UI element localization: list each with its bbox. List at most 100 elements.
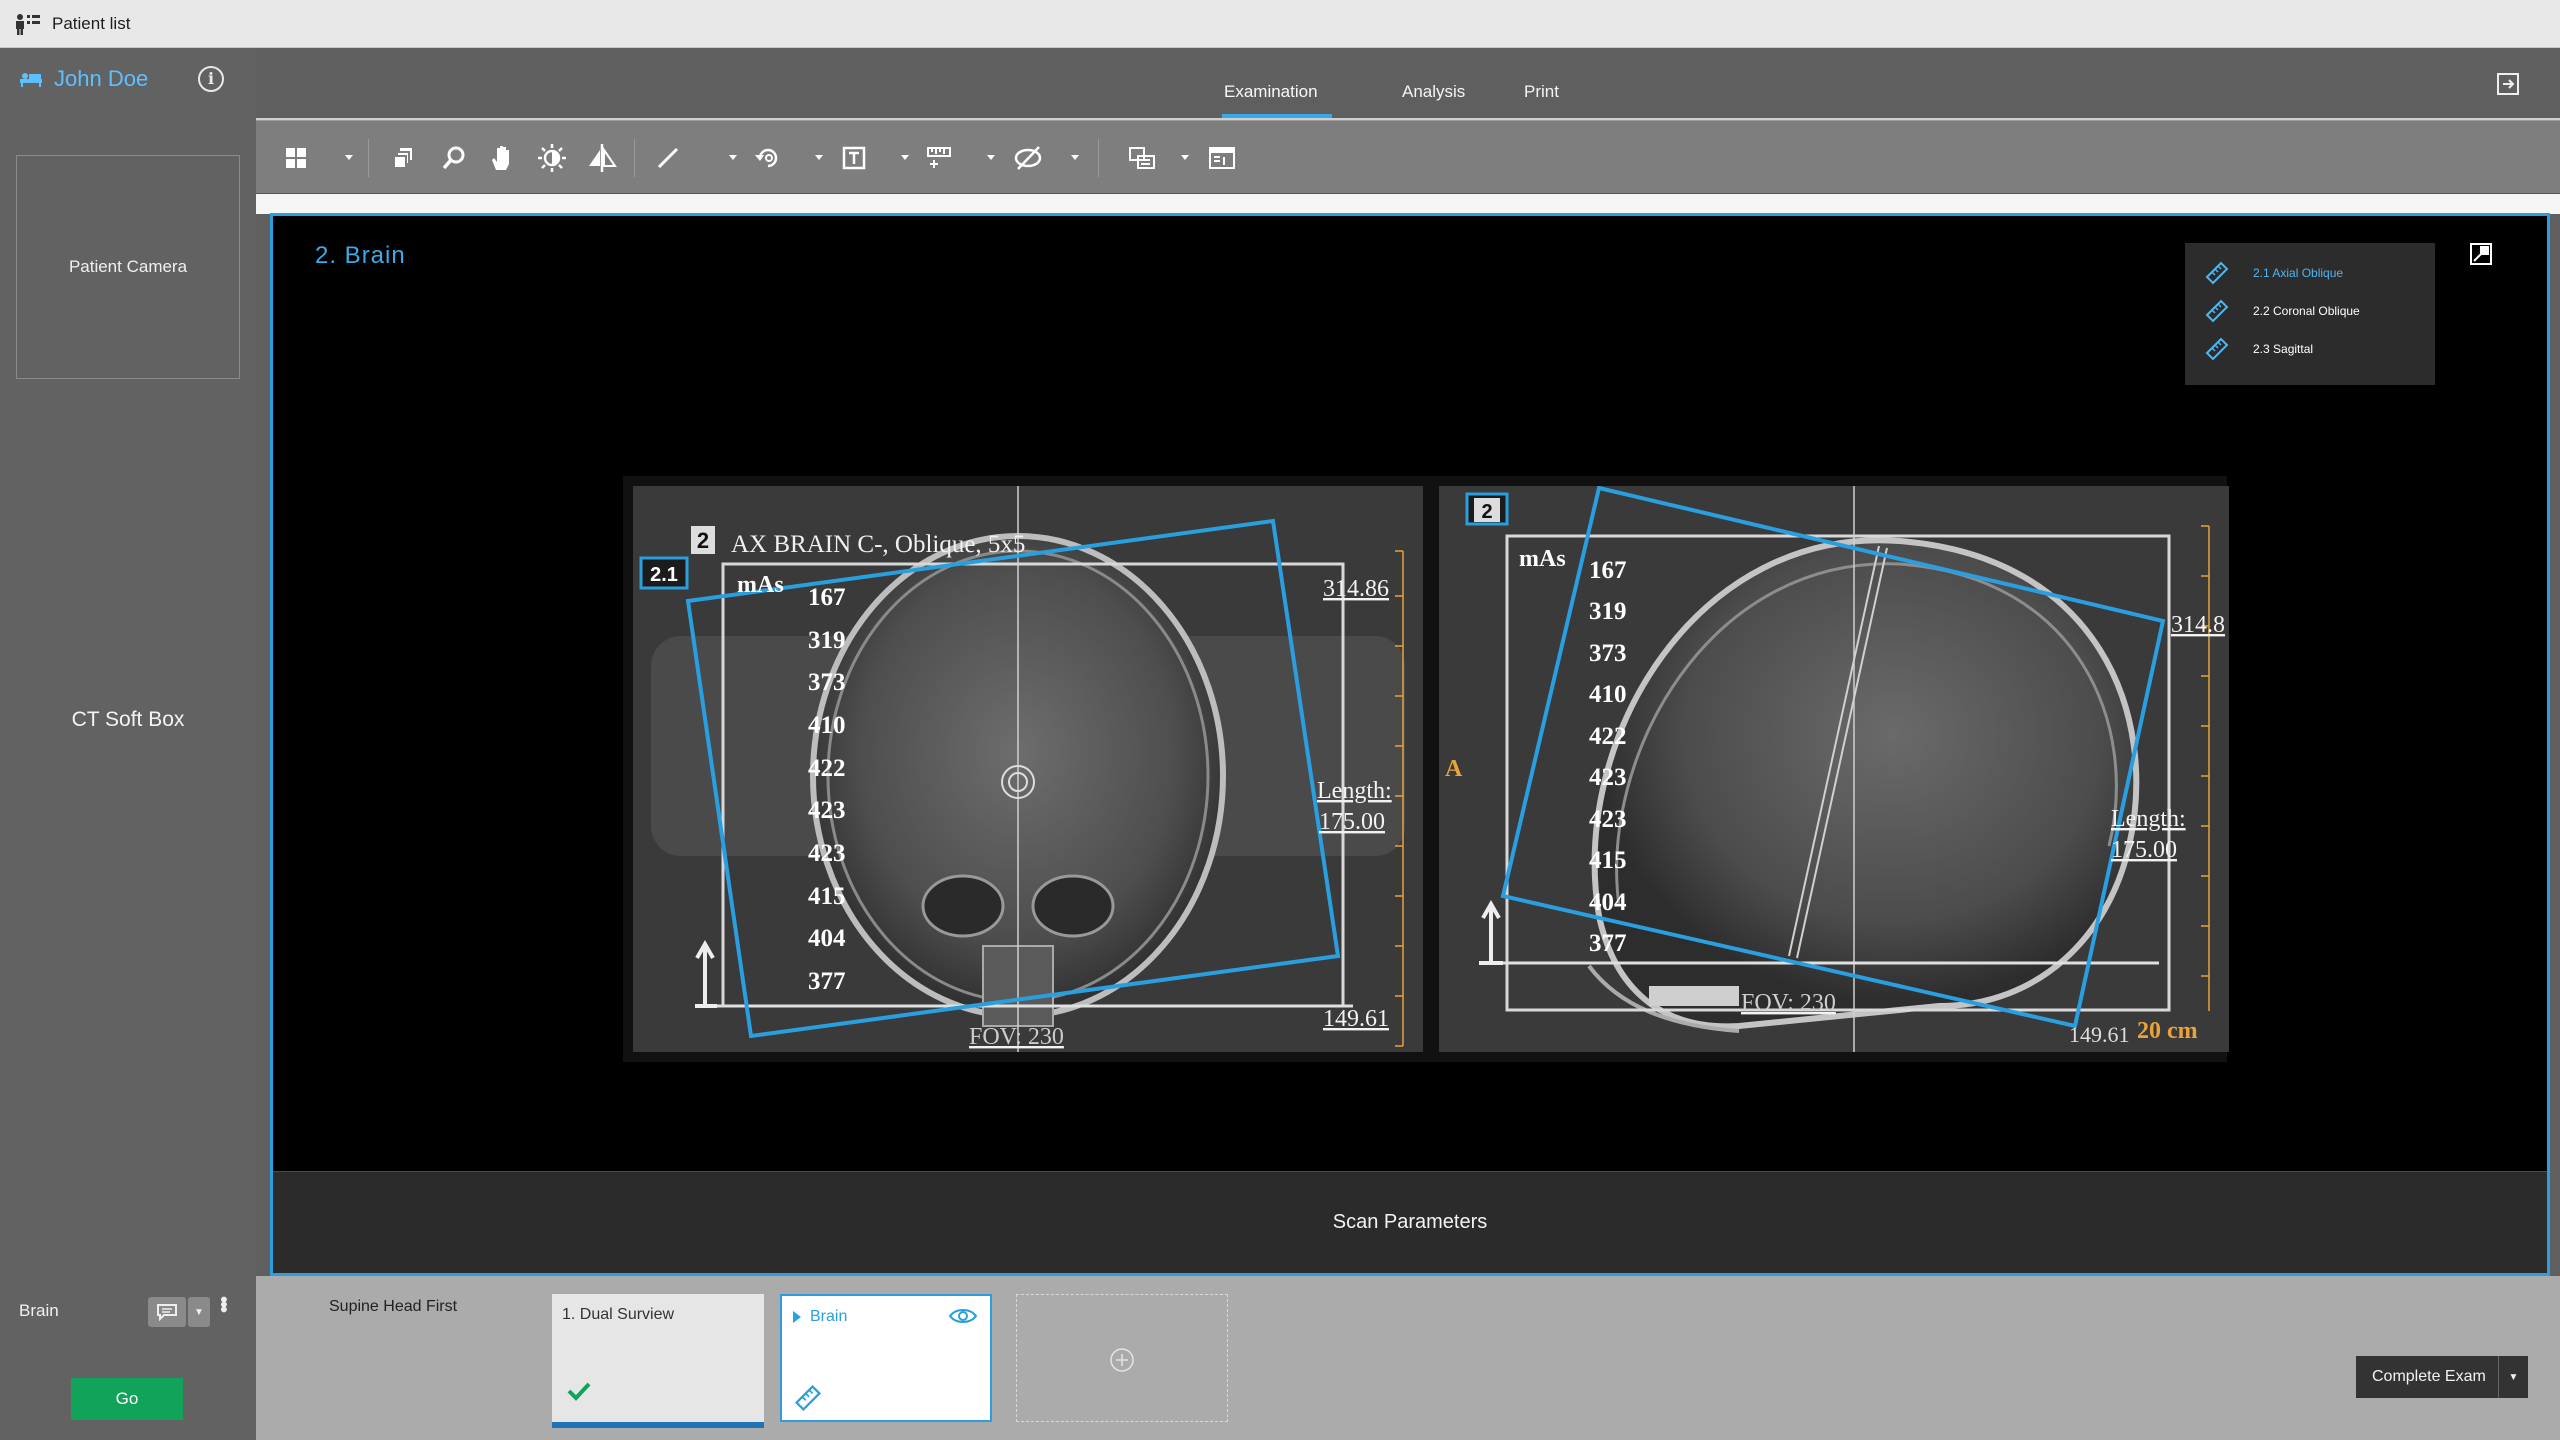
restore-viewport-icon[interactable] xyxy=(2469,242,2493,266)
chevron-down-icon[interactable] xyxy=(812,150,826,164)
patient-camera: Patient Camera xyxy=(16,155,240,379)
top-value: 314.86 xyxy=(1323,576,1389,602)
mas-value: 373 xyxy=(1589,640,1627,667)
comment-dropdown[interactable]: ▼ xyxy=(188,1297,210,1327)
series-item-sagittal[interactable]: 2.3 Sagittal xyxy=(2203,335,2313,363)
active-tab-indicator xyxy=(1222,114,1332,118)
brightness-icon[interactable] xyxy=(534,141,570,175)
stack-icon[interactable] xyxy=(386,141,422,175)
rotate-icon[interactable] xyxy=(750,141,786,175)
info-icon[interactable]: i xyxy=(198,66,224,92)
series-item-label: 2.3 Sagittal xyxy=(2253,342,2314,356)
tab-examination[interactable]: Examination xyxy=(1224,82,1318,102)
chevron-down-icon[interactable] xyxy=(898,150,912,164)
exam-card-brain[interactable]: Brain xyxy=(780,1294,992,1422)
patient-name[interactable]: John Doe xyxy=(20,66,148,92)
play-icon xyxy=(793,1311,801,1323)
layout-grid-icon[interactable] xyxy=(278,141,314,175)
mas-value: 415 xyxy=(808,883,846,910)
progress-bar xyxy=(552,1422,764,1428)
scan-image-left[interactable]: 2.1 2 AX BRAIN C-, Oblique, 5x5 mAs 167 … xyxy=(633,486,1423,1052)
comment-icon xyxy=(157,1304,177,1321)
mas-value: 422 xyxy=(1589,723,1627,750)
mas-value: 410 xyxy=(808,712,846,739)
series-tag-label: 2.1 xyxy=(650,564,678,586)
scan-image-right[interactable]: 2 mAs 167 319 373 410 422 423 423 415 40… xyxy=(1439,486,2229,1052)
measure-line-icon[interactable] xyxy=(650,141,686,175)
ct-soft-box-label: CT Soft Box xyxy=(71,708,185,731)
mas-value: 423 xyxy=(1589,764,1627,791)
exam-card-title: Brain xyxy=(810,1308,848,1325)
bottom-value: 149.61 xyxy=(1323,1006,1389,1032)
tab-analysis[interactable]: Analysis xyxy=(1402,82,1465,102)
left-sidebar: John Doe i Patient Camera CT Soft Box Br… xyxy=(0,48,256,1440)
hide-overlay-icon[interactable] xyxy=(1010,141,1046,175)
checkmark-icon xyxy=(567,1382,591,1401)
mas-value: 410 xyxy=(1589,681,1627,708)
patient-bed-icon xyxy=(20,73,42,87)
patient-list-label: Patient list xyxy=(52,14,131,33)
scan-parameters-bar[interactable]: Scan Parameters xyxy=(273,1171,2547,1273)
patient-camera-label: Patient Camera xyxy=(68,257,188,276)
length-label: Length: xyxy=(2111,806,2186,832)
mas-value: 319 xyxy=(808,627,846,654)
tab-print[interactable]: Print xyxy=(1524,82,1559,102)
bottom-panel: Supine Head First 1. Dual Surview Brain … xyxy=(256,1276,2560,1440)
mas-value: 404 xyxy=(808,925,846,952)
eye-icon[interactable] xyxy=(948,1306,978,1326)
mas-value: 415 xyxy=(1589,847,1627,874)
info-overlay-icon[interactable] xyxy=(1204,141,1240,175)
chevron-down-icon[interactable] xyxy=(1068,150,1082,164)
scale-label: 20 cm xyxy=(2137,1018,2198,1044)
chevron-down-icon[interactable] xyxy=(1178,150,1192,164)
ruler-icon[interactable] xyxy=(922,141,958,175)
top-bar: Patient list xyxy=(0,0,2560,48)
series-item-label: 2.1 Axial Oblique xyxy=(2253,266,2344,280)
chevron-down-icon[interactable] xyxy=(984,150,998,164)
mas-label: mAs xyxy=(737,572,784,598)
mas-value: 377 xyxy=(808,968,846,995)
toolbar xyxy=(256,120,2560,194)
series-item-coronal-oblique[interactable]: 2.2 Coronal Oblique xyxy=(2203,297,2360,325)
image-viewport[interactable]: 2. Brain 2.1 Axial Oblique 2.2 Coronal O… xyxy=(270,213,2550,1276)
more-options-icon[interactable]: ••• xyxy=(212,1296,234,1311)
compare-icon[interactable] xyxy=(1124,141,1160,175)
bottom-value: 149.61 xyxy=(2069,1022,2130,1047)
chevron-down-icon[interactable] xyxy=(342,150,356,164)
toolbar-divider xyxy=(634,139,635,177)
patient-list-link[interactable]: Patient list xyxy=(14,10,130,38)
exam-card-title: 1. Dual Surview xyxy=(562,1306,675,1323)
mas-label: mAs xyxy=(1519,546,1566,572)
exam-card-dual-surview[interactable]: 1. Dual Surview xyxy=(552,1294,764,1428)
mas-value: 377 xyxy=(1589,930,1627,957)
flip-icon[interactable] xyxy=(584,141,620,175)
mas-value: 423 xyxy=(808,797,846,824)
chevron-down-icon[interactable]: ▼ xyxy=(2498,1356,2528,1398)
scan-parameters-label: Scan Parameters xyxy=(1332,1211,1488,1233)
patient-position-label: Supine Head First xyxy=(329,1298,458,1315)
mas-value: 423 xyxy=(808,840,846,867)
patient-name-label: John Doe xyxy=(54,66,149,91)
mas-value: 373 xyxy=(808,669,846,696)
go-button[interactable]: Go xyxy=(71,1378,183,1420)
mas-value: 423 xyxy=(1589,806,1627,833)
scan-plan-icon xyxy=(794,1384,822,1412)
mas-value: 167 xyxy=(808,584,846,611)
scan-plan-icon xyxy=(2205,337,2229,361)
series-item-axial-oblique[interactable]: 2.1 Axial Oblique xyxy=(2203,259,2343,287)
chevron-down-icon[interactable] xyxy=(726,150,740,164)
length-value: 175.00 xyxy=(1319,809,1385,835)
expand-window-icon[interactable] xyxy=(2496,72,2520,96)
mas-value: 319 xyxy=(1589,598,1627,625)
add-icon xyxy=(1110,1348,1134,1372)
number-tag-label: 2 xyxy=(697,528,709,553)
comment-button[interactable] xyxy=(148,1297,186,1327)
toolbar-divider xyxy=(368,139,369,177)
zoom-icon[interactable] xyxy=(436,141,472,175)
fov-label: FOV: 230 xyxy=(969,1024,1064,1050)
text-annotation-icon[interactable] xyxy=(836,141,872,175)
pan-hand-icon[interactable] xyxy=(484,141,520,175)
add-exam-card[interactable] xyxy=(1016,1294,1228,1422)
series-panel: 2.1 Axial Oblique 2.2 Coronal Oblique 2.… xyxy=(2185,243,2435,385)
complete-exam-button[interactable]: Complete Exam ▼ xyxy=(2356,1356,2528,1398)
